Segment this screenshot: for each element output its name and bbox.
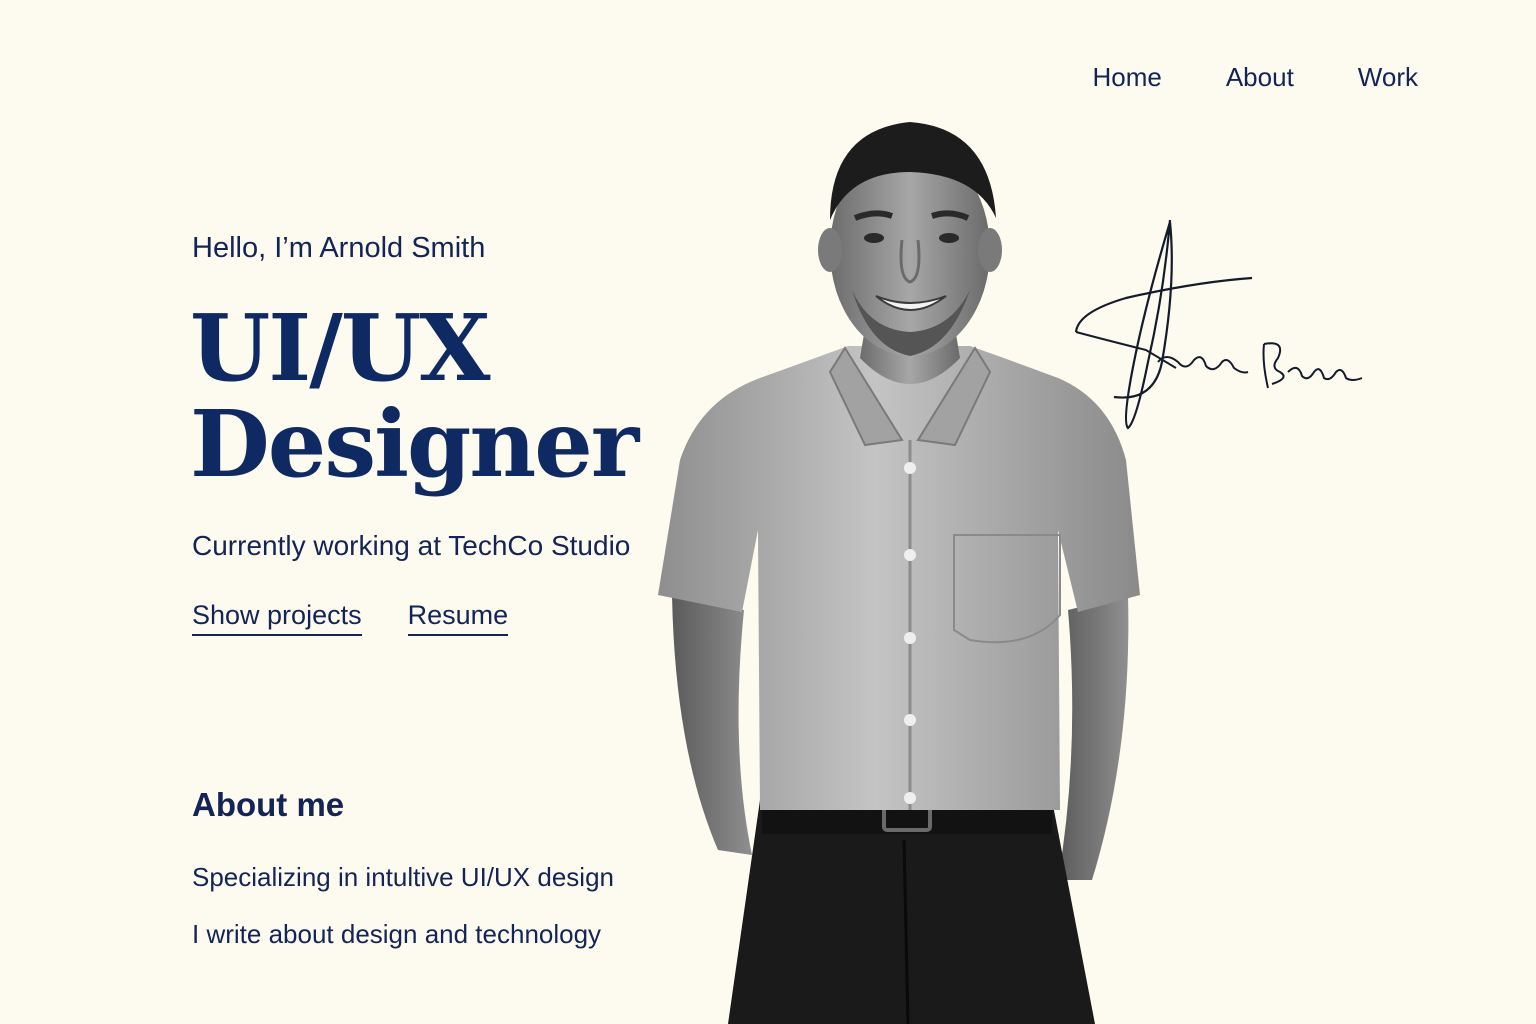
about-title: About me (192, 786, 345, 823)
nav-about-link[interactable]: About (1226, 62, 1294, 93)
hero-subtitle: Currently working at TechCo Studio (192, 530, 631, 561)
nav-home-link[interactable]: Home (1092, 62, 1161, 93)
resume-link[interactable]: Resume (407, 600, 509, 636)
hero-greeting: Hello, I’m Arnold Smith (192, 232, 486, 264)
show-projects-link[interactable]: Show projects (192, 600, 362, 636)
hero-title: UI/UX Designer (190, 294, 639, 498)
about-line-2: I write about design and technology (192, 919, 602, 949)
about-line-1: Specializing in intultive UI/UX design (192, 862, 614, 892)
hero-title-line2: Designer (190, 390, 639, 498)
hero-actions: Show projects Resume (192, 600, 509, 636)
signature-image (1074, 219, 1363, 430)
top-nav: Home About Work (1092, 62, 1418, 93)
hero-title-line1: UI/UX (190, 294, 490, 402)
nav-work-link[interactable]: Work (1358, 62, 1418, 93)
